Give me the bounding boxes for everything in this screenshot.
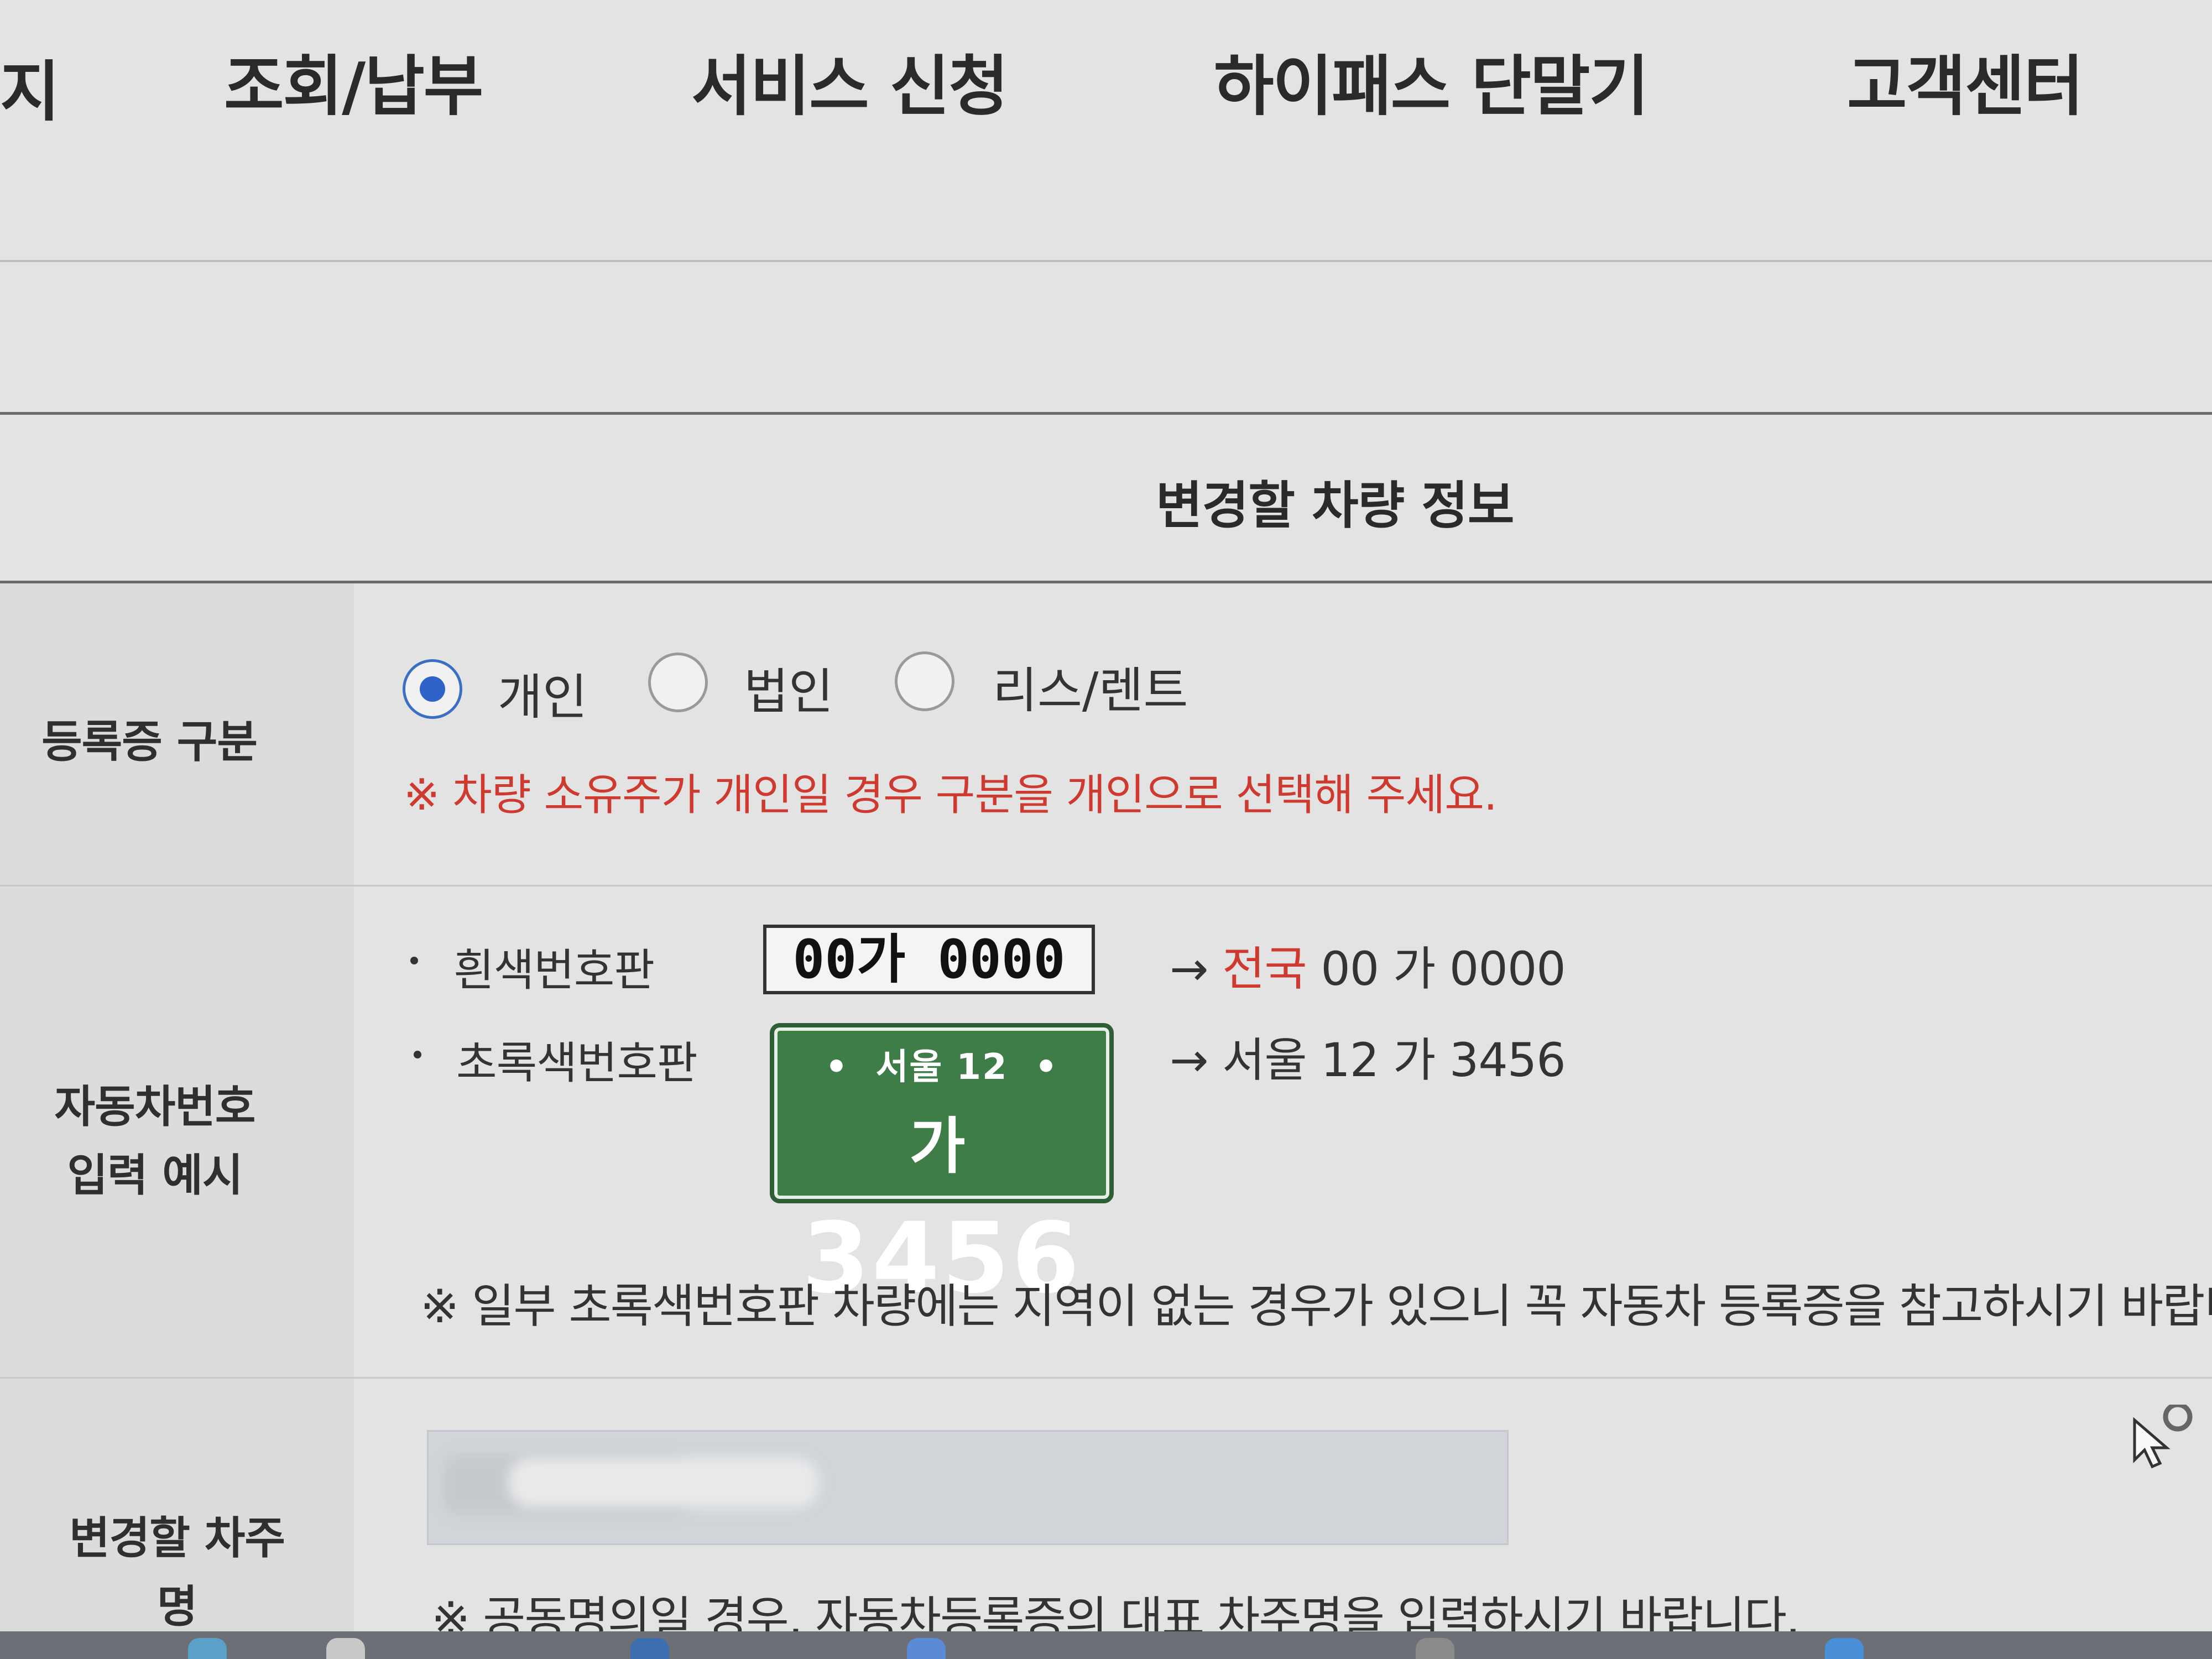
white-plate-result: → 전국 00 가 0000	[1170, 932, 1566, 999]
plate-example-label-line2: 입력 예시	[67, 1150, 243, 1201]
radio-lease-rent-label[interactable]: 리스/렌트	[993, 651, 1188, 722]
section-title: 변경할 차량 정보	[1156, 476, 1515, 535]
green-plate-region-text: 서울 12	[875, 1047, 1008, 1088]
taskbar-app-icon[interactable]	[326, 1638, 365, 1659]
bullet	[410, 957, 418, 964]
nav-item-customer-center[interactable]: 고객센터	[1847, 33, 2084, 128]
section-top-border	[0, 412, 2212, 415]
mouse-cursor-icon	[2133, 1405, 2193, 1469]
registration-type-warning: ※ 차량 소유주가 개인일 경우 구분을 개인으로 선택해 주세요.	[404, 770, 1498, 820]
arrow-icon: →	[1170, 1033, 1208, 1087]
owner-name-label: 변경할 차주명	[69, 1512, 285, 1632]
green-plate-note: ※ 일부 초록색번호판 차량에는 지역이 없는 경우가 있으니 꼭 자동차 등록…	[420, 1279, 2212, 1333]
white-plate-result-region: 전국	[1222, 942, 1307, 996]
taskbar-app-icon[interactable]	[1416, 1638, 1454, 1659]
radio-individual[interactable]	[403, 659, 462, 719]
plate-example-label-line1: 자동차번호	[54, 1081, 256, 1133]
nav-item-hipass-device[interactable]: 하이패스 단말기	[1214, 33, 1649, 128]
redacted-name-blur	[509, 1458, 818, 1507]
nav-item-service-request[interactable]: 서비스 신청	[691, 33, 1009, 128]
green-plate-example: • 서울 12 • 가3456	[770, 1023, 1114, 1315]
row-divider	[0, 885, 2212, 886]
white-plate-result-number: 00 가 0000	[1321, 942, 1566, 996]
green-plate-hangul: 가	[909, 1111, 968, 1182]
green-plate-result-text: 서울 12 가 3456	[1222, 1033, 1566, 1087]
bullet	[414, 1051, 421, 1058]
nav-divider	[0, 260, 2212, 262]
row-divider	[0, 1377, 2212, 1379]
green-plate-region: • 서울 12 •	[825, 1047, 1059, 1088]
green-plate-label: 초록색번호판	[456, 1037, 698, 1089]
radio-lease-rent[interactable]	[895, 651, 954, 711]
plate-example-label: 자동차번호 입력 예시	[44, 1073, 265, 1210]
taskbar-app-icon[interactable]	[630, 1638, 669, 1659]
nav-item-inquiry-payment[interactable]: 조회/납부	[224, 33, 483, 128]
nav-item-partial[interactable]: 지	[0, 39, 60, 133]
taskbar-app-icon[interactable]	[1825, 1638, 1864, 1659]
registration-type-label: 등록증 구분	[41, 716, 258, 768]
taskbar-app-icon[interactable]	[188, 1638, 227, 1659]
radio-corporate-label[interactable]: 법인	[744, 653, 833, 723]
white-plate-label: 흰색번호판	[453, 945, 655, 996]
radio-corporate[interactable]	[648, 653, 708, 712]
arrow-icon: →	[1170, 942, 1208, 996]
green-plate-result: → 서울 12 가 3456	[1170, 1023, 1566, 1090]
white-plate-example: 00가 0000	[763, 925, 1095, 994]
radio-individual-label[interactable]: 개인	[498, 658, 587, 728]
taskbar-app-icon[interactable]	[907, 1638, 946, 1659]
